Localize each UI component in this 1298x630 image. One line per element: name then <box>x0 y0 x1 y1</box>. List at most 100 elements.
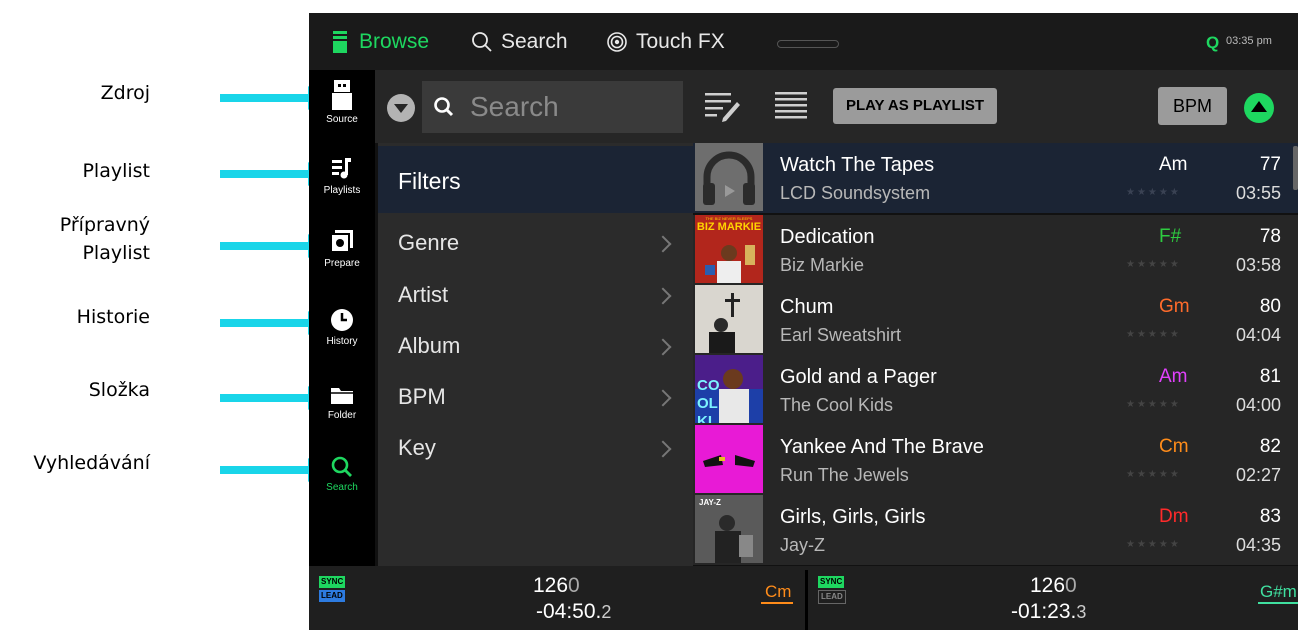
rail-label-playlists: Playlists <box>323 185 361 196</box>
track-bpm: 82 <box>1259 436 1281 457</box>
rail-item-folder[interactable]: Folder <box>309 384 375 421</box>
sync-badge[interactable]: SYNC <box>818 576 845 588</box>
track-list: Watch The Tapes LCD Soundsystem Am ★★★★★… <box>693 143 1298 566</box>
tab-browse[interactable]: Browse <box>333 30 429 54</box>
prepare-icon <box>331 230 353 253</box>
list-view-icon[interactable] <box>775 90 807 122</box>
track-duration: 03:55 <box>1235 183 1281 203</box>
filter-item-genre[interactable]: Genre <box>378 230 693 280</box>
annotation-arrow-history <box>220 311 324 335</box>
deck-time-remaining: -04:50.2 <box>536 600 611 624</box>
album-art <box>695 285 763 353</box>
track-title: Girls, Girls, Girls <box>780 506 926 528</box>
rail-label-source: Source <box>326 114 358 125</box>
sort-bpm-button[interactable]: BPM <box>1158 87 1227 125</box>
rail-item-history[interactable]: History <box>309 308 375 347</box>
filter-item-album[interactable]: Album <box>378 333 693 383</box>
browse-toolbar: Search PLAY AS PLAYLIST BPM <box>375 70 1298 143</box>
track-artist: LCD Soundsystem <box>780 183 931 203</box>
filters-header[interactable]: Filters <box>378 146 693 213</box>
edit-list-icon[interactable] <box>705 90 741 122</box>
rail-item-search[interactable]: Search <box>309 456 375 493</box>
chevron-right-icon <box>654 338 672 356</box>
rail-label-prepare: Prepare <box>324 258 360 269</box>
track-title: Watch The Tapes <box>780 154 935 176</box>
chevron-right-icon <box>654 287 672 305</box>
annotation-prepare-line1: Přípravný <box>59 214 150 236</box>
track-bpm: 83 <box>1259 506 1281 527</box>
track-row[interactable]: Watch The Tapes LCD Soundsystem Am ★★★★★… <box>693 143 1298 213</box>
track-artist: Earl Sweatshirt <box>780 325 902 345</box>
tab-search[interactable]: Search <box>471 30 568 54</box>
handle-pill[interactable] <box>777 40 839 48</box>
track-row[interactable]: Yankee And The Brave Run The Jewels Cm ★… <box>693 425 1298 495</box>
sync-badge[interactable]: SYNC <box>319 576 346 588</box>
filters-panel: Filters Genre Artist Album BPM Key <box>375 143 693 566</box>
track-title: Chum <box>780 296 834 318</box>
deck-key[interactable]: Cm <box>765 582 791 602</box>
deck-key[interactable]: G#m <box>1260 582 1297 602</box>
album-art <box>695 143 763 211</box>
rating-stars[interactable]: ★★★★★ <box>1126 469 1181 480</box>
annotation-history: Historie <box>76 306 150 328</box>
track-duration: 04:04 <box>1235 325 1281 345</box>
rating-stars[interactable]: ★★★★★ <box>1126 259 1181 270</box>
filter-label: Album <box>398 333 461 358</box>
filter-item-bpm[interactable]: BPM <box>378 384 693 434</box>
deck-time-main: -01:23. <box>1011 600 1077 623</box>
lead-badge[interactable]: LEAD <box>319 590 345 602</box>
rail-item-source[interactable]: Source <box>309 80 375 125</box>
filter-label: Artist <box>398 282 449 307</box>
track-artist: Run The Jewels <box>780 465 909 485</box>
source-rail: Source Playlists Prepare History Folder … <box>309 70 375 566</box>
album-art-text: JAY-Z <box>699 498 721 507</box>
track-artist: Jay-Z <box>780 535 825 555</box>
search-icon <box>331 456 352 477</box>
album-art-text: BIZ MARKIE <box>696 221 762 233</box>
search-icon <box>434 97 454 117</box>
track-bpm: 81 <box>1259 366 1281 387</box>
deck-time-decimal: 2 <box>601 602 612 622</box>
track-row[interactable]: JAY-Z Girls, Girls, Girls Jay-Z Dm ★★★★★… <box>693 495 1298 565</box>
rail-label-history: History <box>326 336 358 347</box>
track-row[interactable]: Chum Earl Sweatshirt Gm ★★★★★ 80 04:04 <box>693 285 1298 355</box>
tab-touch-fx-label: Touch FX <box>636 30 725 53</box>
track-title: Dedication <box>780 226 875 248</box>
track-key: Dm <box>1159 506 1189 527</box>
search-input[interactable]: Search <box>422 81 683 133</box>
rating-stars[interactable]: ★★★★★ <box>1126 539 1181 550</box>
playlist-icon <box>332 158 351 179</box>
track-row[interactable]: THE BIZ NEVER SLEEPS BIZ MARKIE Dedicati… <box>693 215 1298 285</box>
filter-item-key[interactable]: Key <box>378 435 693 485</box>
rating-stars[interactable]: ★★★★★ <box>1126 187 1181 198</box>
annotation-prepare: Přípravný Playlist <box>20 212 150 267</box>
annotation-folder: Složka <box>88 379 150 401</box>
track-artist: The Cool Kids <box>780 395 894 415</box>
q-indicator: Q <box>1206 33 1220 52</box>
track-key: F# <box>1159 226 1182 247</box>
sort-direction-button[interactable] <box>1244 93 1274 123</box>
rating-stars[interactable]: ★★★★★ <box>1126 399 1181 410</box>
filter-label: Genre <box>398 230 460 255</box>
lead-badge[interactable]: LEAD <box>818 590 846 604</box>
rating-stars[interactable]: ★★★★★ <box>1126 329 1181 340</box>
track-title: Yankee And The Brave <box>780 436 984 458</box>
track-row[interactable]: COOL KIDS Gold and a Pager The Cool Kids… <box>693 355 1298 425</box>
deck-bpm: 1260 <box>1030 574 1077 598</box>
tab-browse-label: Browse <box>359 30 430 53</box>
play-as-playlist-button[interactable]: PLAY AS PLAYLIST <box>833 88 997 124</box>
filter-item-artist[interactable]: Artist <box>378 282 693 332</box>
tab-touch-fx[interactable]: Touch FX <box>606 30 725 54</box>
annotation-playlist: Playlist <box>82 160 150 182</box>
scrollbar-thumb[interactable] <box>1293 146 1298 190</box>
deck-left: SYNC LEAD 1260 -04:50.2 Cm <box>309 566 805 630</box>
deck-key-underline <box>761 602 793 604</box>
track-bpm: 78 <box>1259 226 1281 247</box>
rail-item-playlists[interactable]: Playlists <box>309 157 375 196</box>
dropdown-button[interactable] <box>387 94 415 122</box>
folder-icon <box>331 388 353 404</box>
chevron-right-icon <box>654 389 672 407</box>
rail-item-prepare[interactable]: Prepare <box>309 230 375 269</box>
deck-time-remaining: -01:23.3 <box>1011 600 1086 624</box>
album-art: JAY-Z <box>695 495 763 563</box>
